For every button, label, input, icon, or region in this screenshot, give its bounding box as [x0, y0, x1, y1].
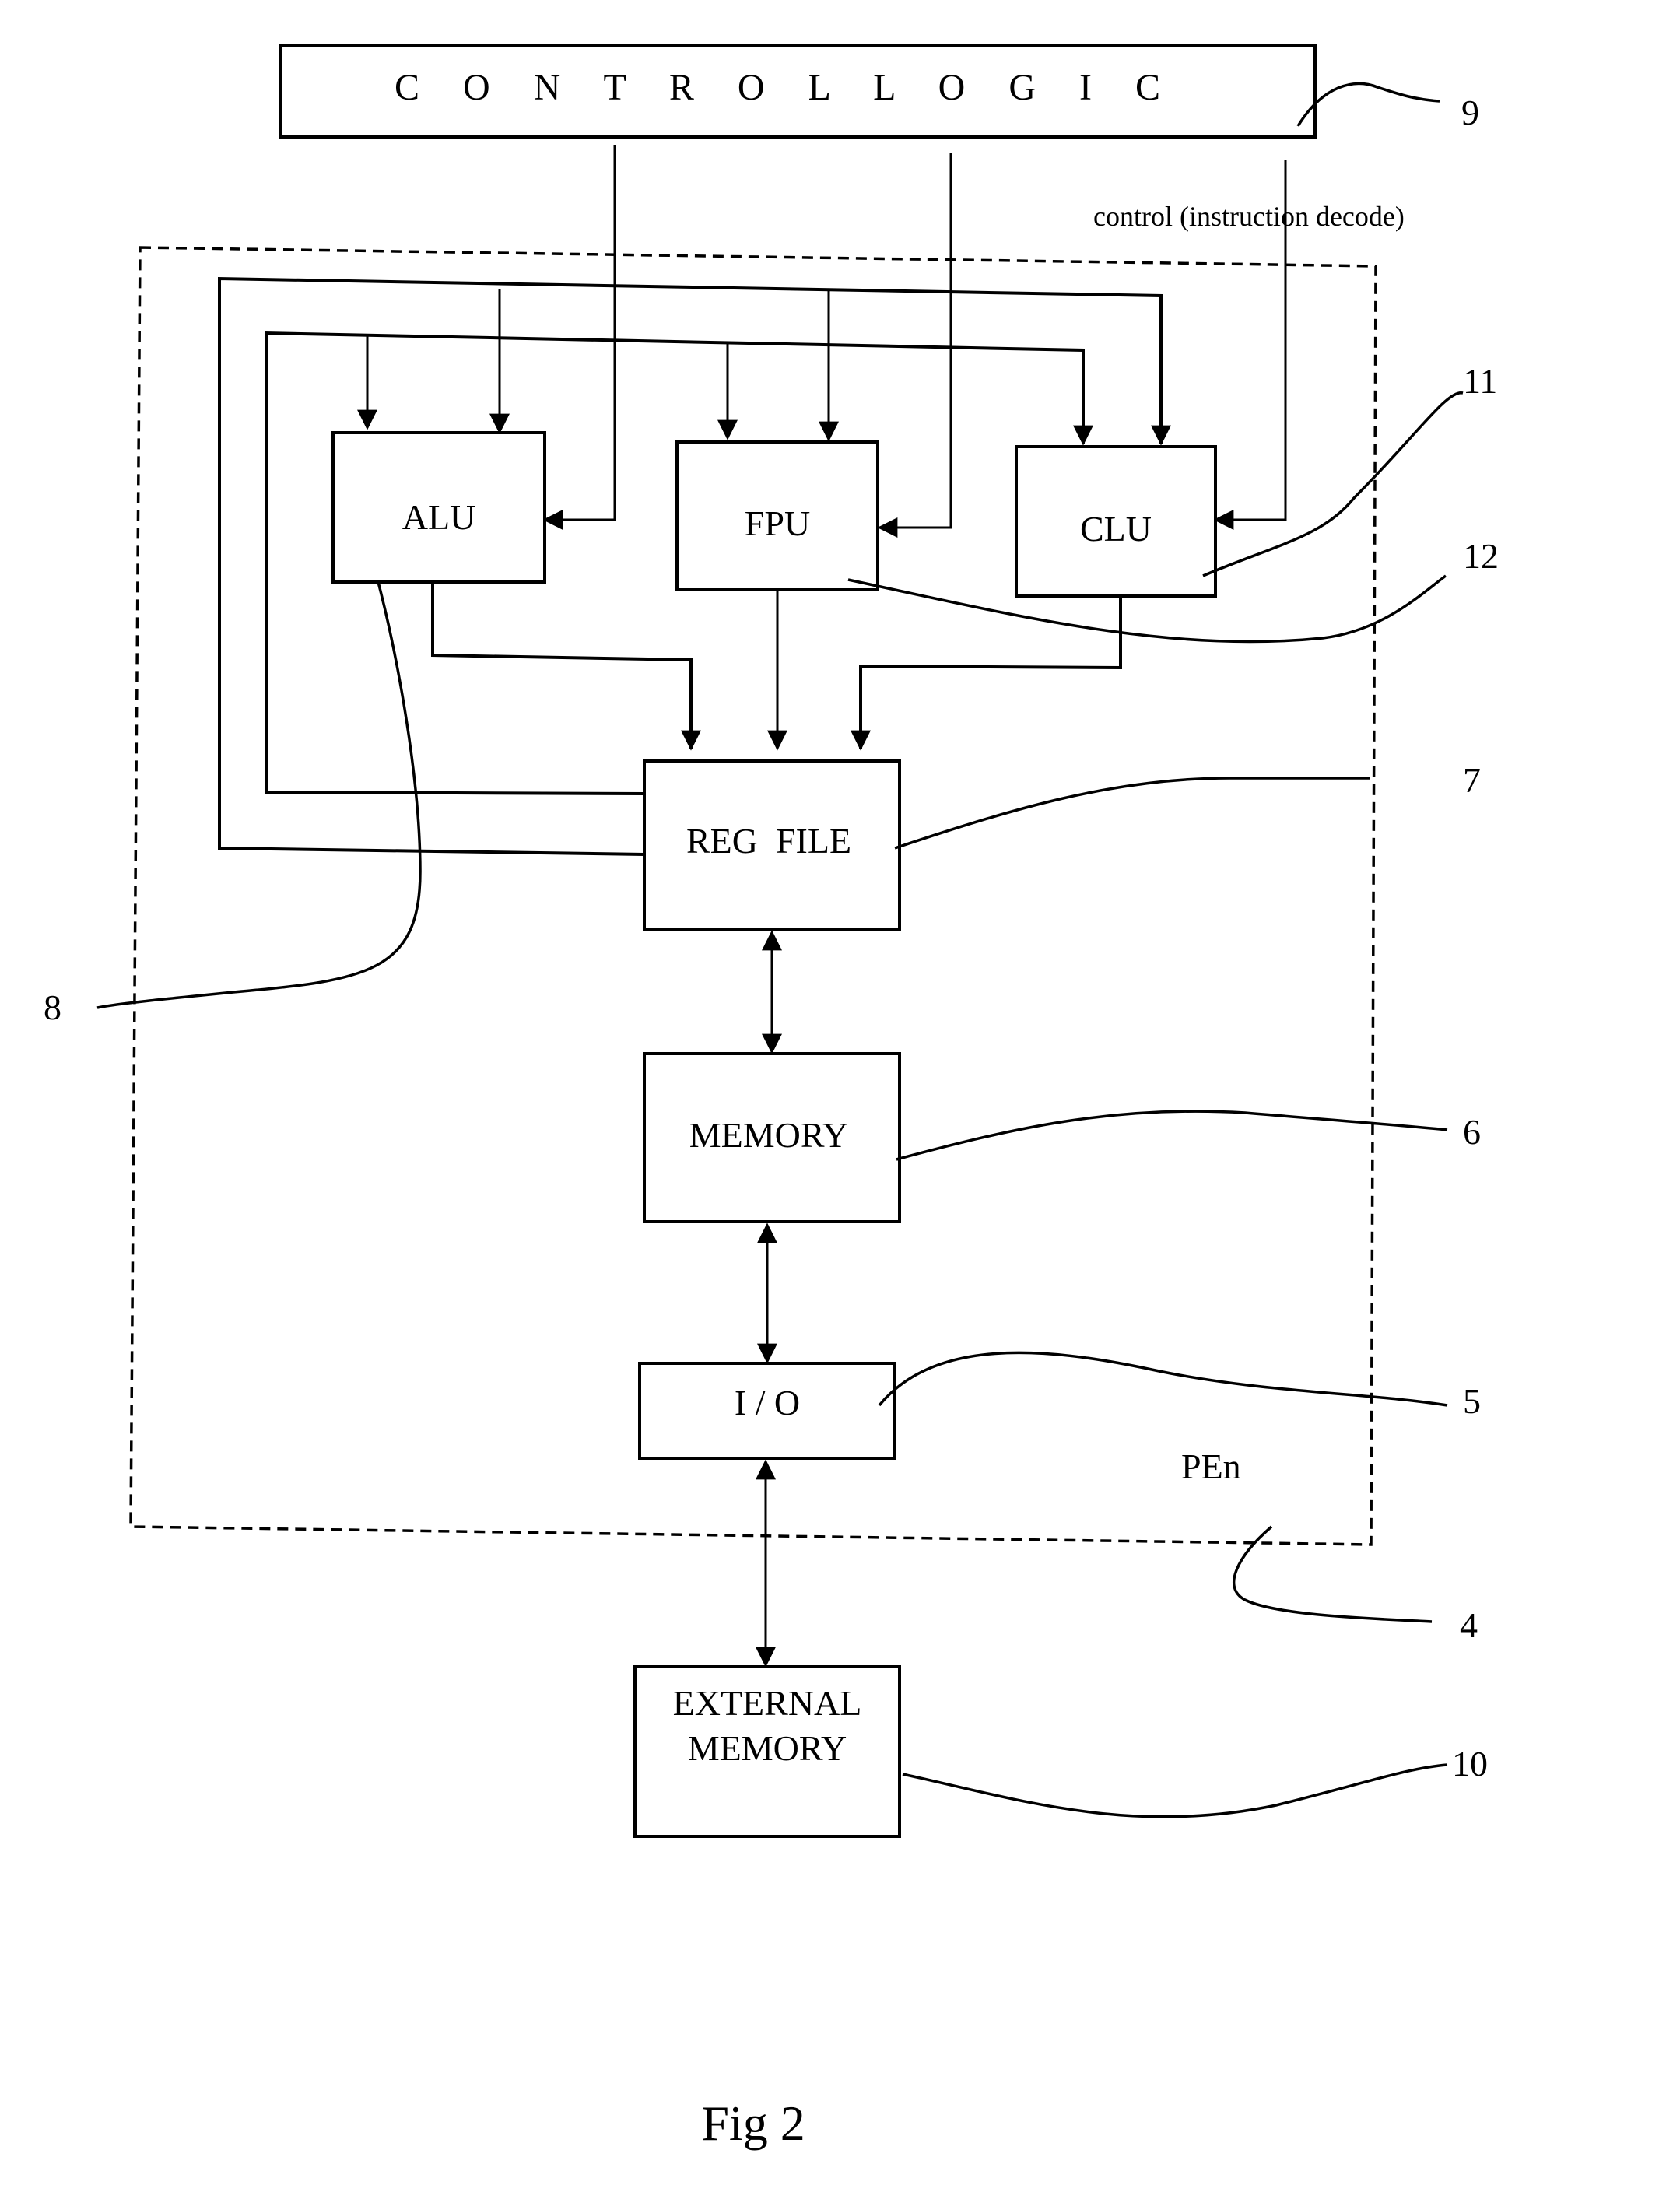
ref-9: 9	[1461, 93, 1479, 132]
clu-output-line	[851, 598, 1122, 751]
alu-control-line	[542, 145, 616, 530]
io-label: I / O	[735, 1383, 800, 1422]
io-block: I / O	[638, 1362, 896, 1460]
alu-block: ALU	[331, 431, 546, 584]
ref-4: 4	[1460, 1605, 1478, 1645]
fpu-control-line	[877, 153, 952, 538]
leader-11	[1202, 391, 1464, 577]
clu-label: CLU	[1080, 509, 1152, 549]
ref-8: 8	[44, 987, 61, 1027]
leader-10	[902, 1763, 1448, 1818]
pe-label: PEn	[1181, 1447, 1241, 1486]
external-memory-label-line1: EXTERNAL	[673, 1683, 862, 1723]
ref-12: 12	[1463, 536, 1499, 576]
control-logic-label: C O N T R O L L O G I C	[395, 67, 1177, 108]
leader-6	[896, 1110, 1448, 1161]
reg-file-label: REG FILE	[686, 821, 851, 861]
ref-6: 6	[1463, 1112, 1481, 1152]
leader-5	[878, 1351, 1448, 1407]
leader-8	[96, 581, 422, 1009]
ref-11: 11	[1463, 361, 1497, 401]
figure-caption: Fig 2	[701, 2096, 805, 2151]
block-diagram: C O N T R O L L O G I C control (instruc…	[44, 44, 1499, 2151]
memory-block: MEMORY	[643, 1052, 901, 1223]
leader-4	[1232, 1525, 1433, 1623]
leader-7	[894, 777, 1370, 850]
ref-10: 10	[1452, 1744, 1488, 1783]
fpu-label: FPU	[745, 503, 810, 543]
alu-label: ALU	[402, 497, 476, 537]
external-memory-block: EXTERNAL MEMORY	[633, 1665, 901, 1838]
leader-9	[1296, 82, 1440, 127]
fpu-block: FPU	[675, 440, 879, 591]
memory-label: MEMORY	[689, 1115, 848, 1155]
ref-7: 7	[1463, 760, 1481, 800]
ref-5: 5	[1463, 1381, 1481, 1421]
reg-file-block: REG FILE	[643, 759, 901, 931]
control-logic-block: C O N T R O L L O G I C	[279, 44, 1317, 139]
clu-block: CLU	[1015, 445, 1217, 598]
external-memory-label-line2: MEMORY	[688, 1728, 847, 1768]
alu-output-line	[431, 584, 701, 751]
control-note: control (instruction decode)	[1093, 201, 1405, 232]
